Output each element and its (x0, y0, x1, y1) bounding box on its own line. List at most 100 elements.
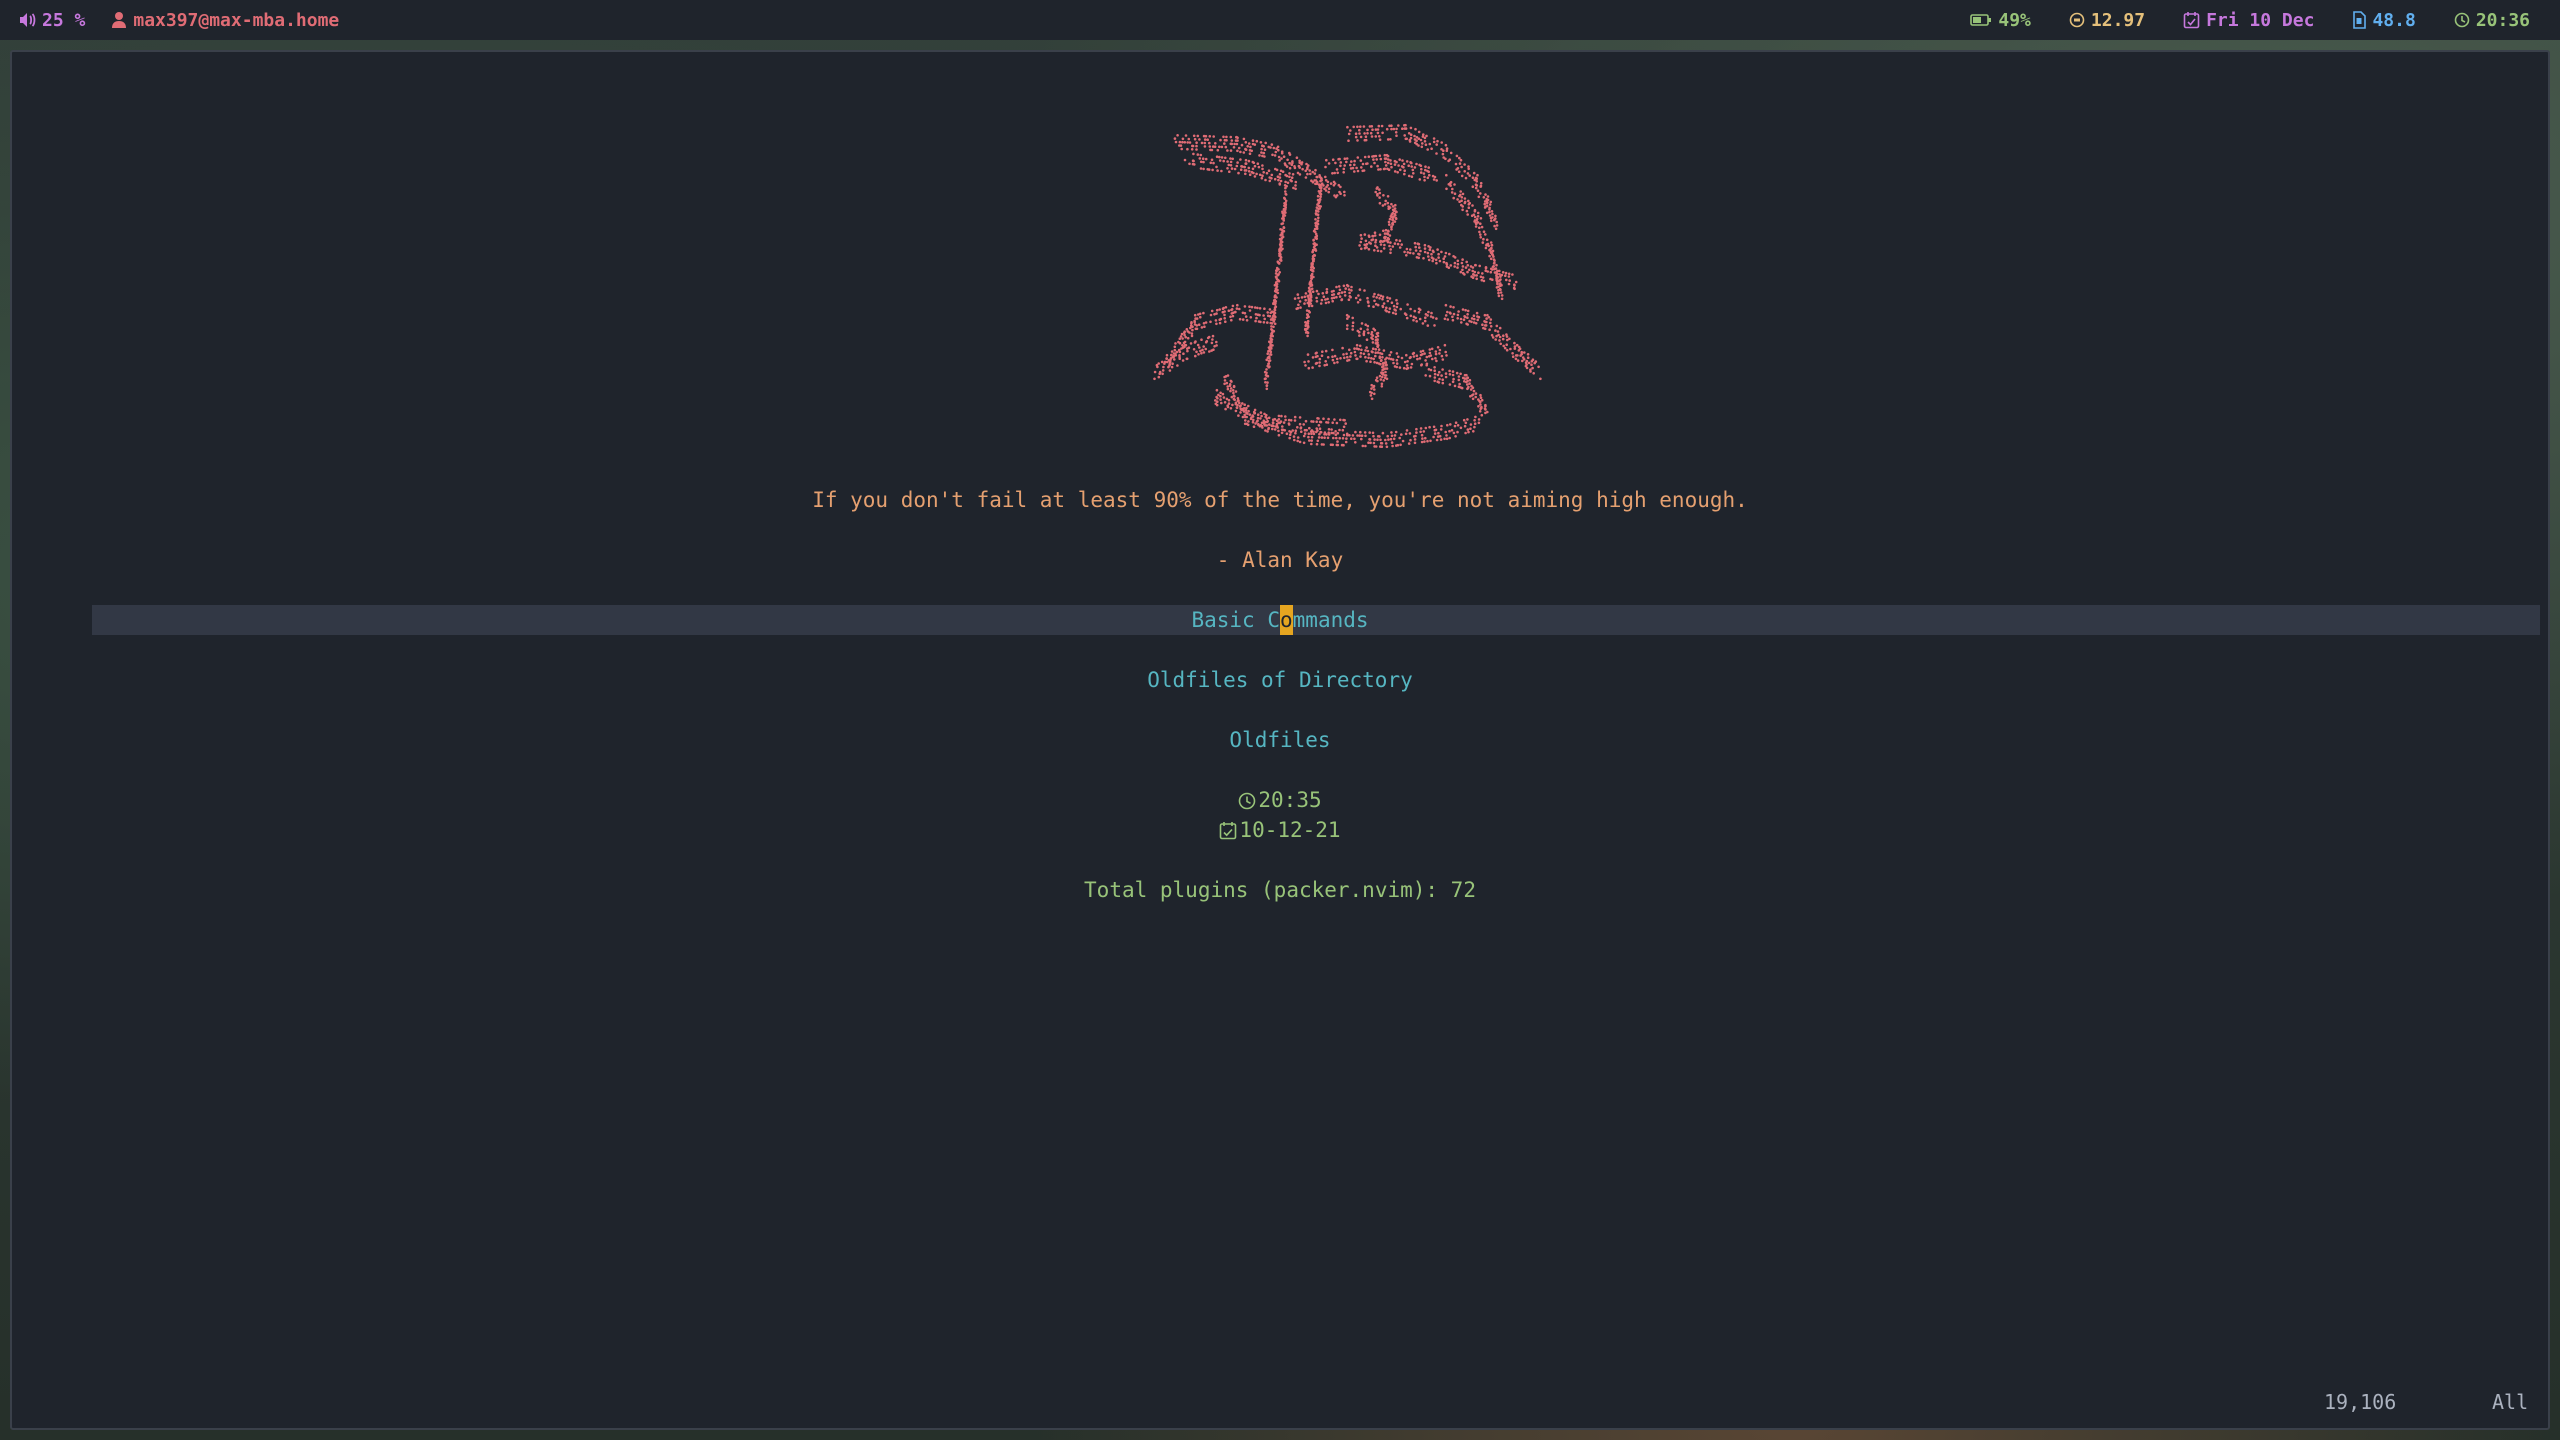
art-dot (1460, 318, 1463, 321)
volume-module[interactable]: 25 % (18, 10, 85, 31)
art-dot (1420, 171, 1423, 174)
art-dot (1315, 221, 1318, 224)
art-dot (1499, 288, 1502, 291)
terminal-window[interactable]: If you don't fail at least 90% of the ti… (10, 50, 2550, 1430)
art-dot (1346, 126, 1349, 129)
art-dot (1494, 338, 1497, 341)
art-dot (1306, 331, 1309, 334)
art-dot (1421, 434, 1424, 437)
button-oldfiles[interactable]: Oldfiles (12, 725, 2548, 755)
art-dot (1502, 338, 1505, 341)
art-dot (1454, 385, 1457, 388)
art-dot (1415, 320, 1418, 323)
art-dot (1314, 218, 1317, 221)
art-dot (1284, 202, 1287, 205)
art-dot (1472, 398, 1475, 401)
art-dot (1327, 437, 1330, 440)
art-dot (1254, 320, 1257, 323)
art-dot (1405, 138, 1408, 141)
art-dot (1363, 125, 1366, 128)
art-dot (1403, 169, 1406, 172)
art-dot (1363, 334, 1366, 337)
art-dot (1480, 217, 1483, 220)
art-dot (1377, 294, 1380, 297)
art-dot (1170, 357, 1173, 360)
art-dot (1261, 422, 1264, 425)
art-dot (1243, 138, 1246, 141)
art-dot (1506, 349, 1509, 352)
art-dot (1409, 308, 1412, 311)
art-dot (1335, 437, 1338, 440)
art-dot (1196, 324, 1199, 327)
art-dot (1306, 327, 1309, 330)
art-dot (1377, 335, 1380, 338)
art-dot (1299, 300, 1302, 303)
art-dot (1216, 169, 1219, 172)
art-dot (1350, 160, 1353, 163)
art-dot (1232, 315, 1235, 318)
art-dot (1244, 312, 1247, 315)
art-dot (1339, 357, 1342, 360)
art-dot (1387, 202, 1390, 205)
art-dot (1352, 167, 1355, 170)
art-dot (1396, 171, 1399, 174)
art-dot (1189, 327, 1192, 330)
art-dot (1514, 347, 1517, 350)
art-dot (1401, 159, 1404, 162)
art-dot (1216, 155, 1219, 158)
art-dot (1280, 415, 1283, 418)
button-basic-commands[interactable]: Basic Commands (12, 605, 2548, 635)
art-dot (1337, 444, 1340, 447)
art-dot (1396, 362, 1399, 365)
art-dot (1360, 136, 1363, 139)
art-dot (1415, 249, 1418, 252)
art-dot (1501, 274, 1504, 277)
art-dot (1437, 374, 1440, 377)
art-dot (1230, 161, 1233, 164)
art-dot (1404, 127, 1407, 130)
art-dot (1308, 301, 1311, 304)
art-dot (1480, 396, 1483, 399)
art-dot (1305, 429, 1308, 432)
art-dot (1252, 172, 1255, 175)
art-dot (1449, 383, 1452, 386)
art-dot (1354, 431, 1357, 434)
art-dot (1373, 438, 1376, 441)
art-dot (1359, 125, 1362, 128)
art-dot (1445, 252, 1448, 255)
art-dot (1428, 174, 1431, 177)
date-module: Fri 10 Dec (2183, 10, 2314, 31)
art-dot (1395, 161, 1398, 164)
art-dot (1248, 305, 1251, 308)
art-dot (1383, 244, 1386, 247)
ascii-art-logo (1146, 122, 1556, 452)
art-dot (1443, 261, 1446, 264)
art-dot (1376, 342, 1379, 345)
art-dot (1341, 298, 1344, 301)
art-dot (1452, 381, 1455, 384)
art-dot (1310, 433, 1313, 436)
art-dot (1308, 283, 1311, 286)
art-dot (1487, 245, 1490, 248)
art-dot (1485, 267, 1488, 270)
art-dot (1435, 262, 1438, 265)
art-dot (1338, 437, 1341, 440)
art-dot (1358, 434, 1361, 437)
art-dot (1215, 312, 1218, 315)
art-dot (1480, 185, 1483, 188)
art-dot (1279, 258, 1282, 261)
art-dot (1245, 407, 1248, 410)
art-dot (1339, 192, 1342, 195)
art-dot (1343, 357, 1346, 360)
art-dot (1382, 432, 1385, 435)
art-dot (1411, 363, 1414, 366)
button-oldfiles-of-directory[interactable]: Oldfiles of Directory (12, 665, 2548, 695)
art-dot (1277, 149, 1280, 152)
art-dot (1260, 148, 1263, 151)
art-dot (1232, 392, 1235, 395)
art-dot (1433, 141, 1436, 144)
art-dot (1472, 430, 1475, 433)
art-dot (1359, 355, 1362, 358)
art-dot (1253, 162, 1256, 165)
art-dot (1440, 438, 1443, 441)
